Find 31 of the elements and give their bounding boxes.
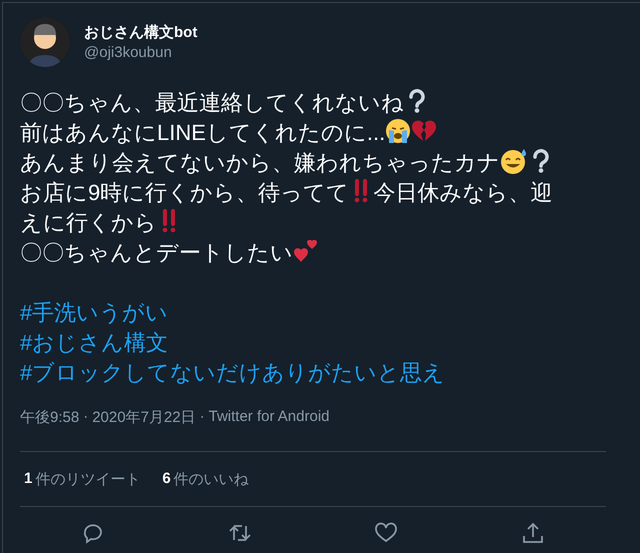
heart-icon[interactable] [374,521,398,545]
sweat-smile-face-icon [500,148,528,174]
post-text: 〇〇ちゃんとデートしたい [20,240,293,265]
crying-face-icon [385,118,412,144]
user-handle[interactable]: @oji3koubun [84,44,198,61]
question-mark-icon [407,89,427,113]
hashtag-link[interactable]: #おじさん構文 [20,328,168,358]
post-text: お店に9時に行くから、待ってて [20,180,350,205]
post-text: 前はあんなにLINEしてくれたのに... [20,120,386,145]
post-text: 今日休みなら、迎 [373,180,552,205]
post-text: えに行くから [20,210,157,235]
hashtag-link[interactable]: #ブロックしてないだけありがたいと思え [20,358,446,388]
post-text: 〇〇ちゃん、最近連絡してくれないね [20,90,404,115]
stat-label[interactable]: 件のいいね [174,470,249,488]
two-hearts-icon [293,238,319,264]
separator-dot: · [83,408,88,427]
question-mark-icon [531,149,551,173]
broken-heart-icon [411,119,438,143]
post-source[interactable]: Twitter for Android [208,408,330,427]
post-text: あんまり会えてないから、嫌われちゃったカナ [20,150,500,175]
display-name[interactable]: おじさん構文bot [84,23,198,42]
share-icon[interactable] [520,521,545,545]
post-time[interactable]: 午後9:58 [20,408,80,427]
stat-count[interactable]: 6 [162,470,171,488]
stat-label[interactable]: 件のリツイート [35,470,140,488]
hashtag-link[interactable]: #手洗いうがい [20,298,168,328]
separator-dot: · [200,408,205,427]
avatar-silhouette[interactable] [20,17,70,67]
post-date[interactable]: 2020年7月22日 [92,408,196,427]
double-exclamation-icon [160,209,178,233]
stat-count[interactable]: 1 [24,470,32,488]
